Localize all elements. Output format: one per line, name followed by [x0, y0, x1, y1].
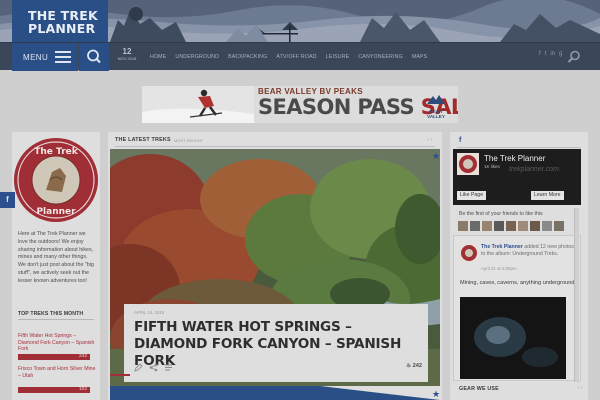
carousel-progress: [110, 374, 130, 376]
post-time[interactable]: April 21 at 5:05pm: [481, 266, 517, 271]
avatar[interactable]: [554, 221, 564, 231]
nav-underground[interactable]: UNDERGROUND: [175, 54, 219, 60]
menu-label: MENU: [23, 53, 49, 62]
post-message: Mining, caves, caverns, anything undergr…: [460, 280, 576, 286]
post-header: The Trek Planner added 12 new photos to …: [481, 244, 577, 257]
trek-planner-badge[interactable]: The Trek Planner: [12, 134, 100, 228]
post-author[interactable]: The Trek Planner: [481, 244, 523, 250]
avatar[interactable]: [542, 221, 552, 231]
section-title: THE LATEST TREKS: [115, 137, 171, 143]
site-header: THE TREK PLANNER MENU 12 NOV 2018 HOME U…: [0, 0, 600, 71]
mountain-logo-icon: [427, 95, 445, 104]
ad-banner[interactable]: BEAR VALLEY BV PEAKS SEASON PASS SALE! B…: [142, 86, 458, 123]
learn-more-label: Learn More: [534, 192, 561, 198]
nav-home[interactable]: HOME: [150, 54, 166, 60]
divider: [115, 146, 435, 147]
post-photo[interactable]: [460, 297, 566, 379]
top-trek-title[interactable]: Fifth Water Hot Springs – Diamond Fork C…: [18, 333, 96, 353]
page-name[interactable]: The Trek Planner: [484, 154, 545, 163]
nav-leisure[interactable]: LEISURE: [326, 54, 350, 60]
friend-avatars: [458, 221, 564, 231]
facebook-page-cover[interactable]: The Trek Planner 1K likes trekplanner.co…: [453, 149, 581, 205]
search-icon[interactable]: [566, 49, 582, 65]
search-button[interactable]: [79, 43, 109, 71]
star-icon[interactable]: ★: [432, 151, 440, 162]
top-trek-count-bar: 242: [18, 354, 90, 360]
avatar[interactable]: [518, 221, 528, 231]
avatar[interactable]: [494, 221, 504, 231]
section-subtitle: MOST RECENT: [174, 138, 204, 143]
avatar[interactable]: [470, 221, 480, 231]
avatar[interactable]: [458, 221, 468, 231]
date-badge: 12 NOV 2018: [117, 47, 137, 67]
like-count[interactable]: ♨ 242: [406, 363, 422, 369]
ad-logo: BEAR VALLEY: [419, 91, 453, 119]
avatar[interactable]: [482, 221, 492, 231]
logo-line-2: PLANNER: [28, 21, 96, 36]
date-month: NOV 2018: [117, 56, 137, 61]
date-day: 12: [122, 47, 132, 56]
top-treks-heading: TOP TREKS THIS MONTH: [18, 311, 84, 317]
post-title[interactable]: FIFTH WATER HOT SPRINGS – DIAMOND FORK C…: [134, 319, 424, 370]
skier-image: [142, 86, 254, 123]
list-icon[interactable]: [164, 363, 173, 372]
facebook-post: The Trek Planner added 12 new photos to …: [453, 235, 581, 381]
next-post-preview[interactable]: [110, 386, 440, 400]
like-count-value: 242: [412, 363, 422, 369]
main-nav-bar: MENU 12 NOV 2018 HOME UNDERGROUND BACKPA…: [0, 42, 600, 71]
pencil-icon[interactable]: [134, 363, 143, 372]
menu-button[interactable]: MENU: [12, 43, 78, 71]
latest-treks-section: THE LATEST TREKS MOST RECENT ‹ › ★ APRIL…: [108, 132, 442, 400]
carousel-arrows[interactable]: ‹ ›: [577, 385, 582, 391]
avatar[interactable]: [530, 221, 540, 231]
like-page-label: Like Page: [460, 192, 484, 198]
google-plus-icon[interactable]: g: [559, 51, 562, 57]
site-logo[interactable]: THE TREK PLANNER: [12, 0, 108, 42]
facebook-share-tab[interactable]: f: [0, 192, 15, 208]
divider: [18, 319, 94, 320]
nav-canyoneering[interactable]: CANYONEERING: [358, 54, 402, 60]
top-trek-title[interactable]: Frisco Town and Horn Silver Mine – Utah: [18, 366, 96, 379]
left-sidebar: The Trek Planner Here at The Trek Planne…: [12, 132, 100, 400]
page-likes: 1K likes: [484, 164, 500, 169]
divider: [457, 147, 581, 148]
top-trek-count: 242: [78, 354, 87, 359]
facebook-icon[interactable]: f: [539, 51, 541, 57]
page-avatar: [457, 153, 479, 175]
learn-more-button[interactable]: Learn More: [531, 191, 564, 200]
hamburger-icon: [55, 51, 71, 63]
friends-like-text: Be the first of your friends to like thi…: [459, 211, 543, 217]
badge-line-2: Planner: [36, 207, 76, 217]
featured-trek-card[interactable]: APRIL 16, 2015 FIFTH WATER HOT SPRINGS –…: [124, 304, 428, 382]
badge-line-1: The Trek: [34, 147, 78, 157]
cover-watermark: trekplanner.com: [509, 166, 559, 173]
ad-headline-main: SEASON PASS: [258, 95, 421, 119]
star-icon[interactable]: ★: [432, 389, 440, 400]
top-trek-count: 102: [78, 387, 87, 392]
gear-heading: GEAR WE USE: [459, 386, 499, 392]
ad-logo-line-2: VALLEY: [427, 114, 445, 119]
nav-backpacking[interactable]: BACKPACKING: [228, 54, 267, 60]
nav-atv-off-road[interactable]: ATV/OFF ROAD: [276, 54, 316, 60]
nav-maps[interactable]: MAPS: [412, 54, 428, 60]
facebook-icon: f: [459, 137, 462, 144]
nav-links: HOME UNDERGROUND BACKPACKING ATV/OFF ROA…: [150, 43, 436, 71]
like-page-button[interactable]: Like Page: [457, 191, 487, 200]
top-trek-count-bar: 102: [18, 387, 90, 393]
linkedin-icon[interactable]: in: [550, 51, 555, 57]
twitter-icon[interactable]: t: [545, 51, 547, 57]
flame-icon: ♨: [406, 363, 412, 369]
post-date: APRIL 16, 2015: [134, 310, 165, 315]
avatar[interactable]: [506, 221, 516, 231]
right-sidebar: f The Trek Planner 1K likes trekplanner.…: [450, 132, 588, 400]
share-icon[interactable]: [149, 363, 158, 372]
post-actions: [134, 363, 173, 372]
feed-scrollbar[interactable]: [574, 208, 579, 382]
post-avatar: [460, 244, 478, 262]
carousel-arrows[interactable]: ‹ ›: [427, 137, 432, 143]
site-intro: Here at The Trek Planner we love the out…: [18, 231, 94, 284]
search-icon: [87, 49, 101, 64]
social-links: f t in g: [539, 51, 562, 57]
